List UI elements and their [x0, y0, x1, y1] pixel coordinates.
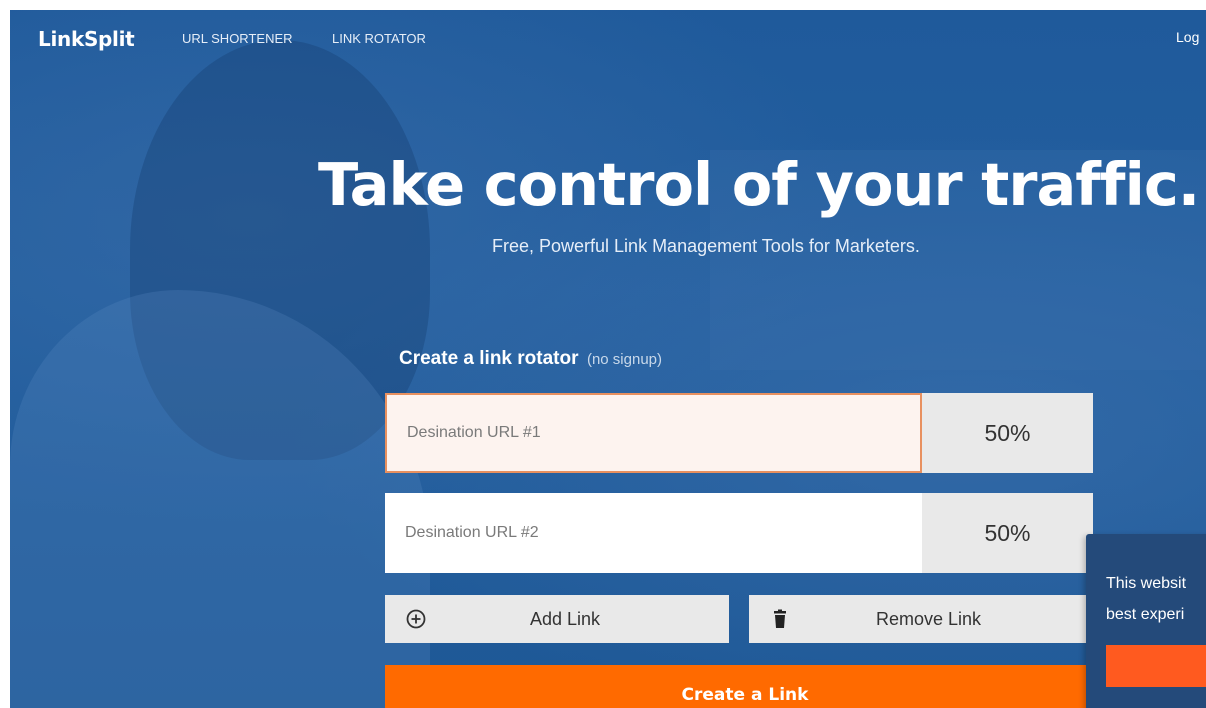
hero-subheadline: Free, Powerful Link Management Tools for…	[492, 236, 920, 256]
trash-icon	[774, 609, 786, 628]
top-nav: LinkSplit URL SHORTENER LINK ROTATOR Log	[10, 10, 1206, 66]
cookie-message-line-2: best experi	[1106, 606, 1185, 623]
add-link-label: Add Link	[530, 609, 601, 629]
cookie-accept-button[interactable]	[1106, 645, 1206, 687]
login-link[interactable]: Log	[1176, 29, 1199, 45]
destination-url-1-input[interactable]	[385, 393, 922, 473]
form-title-note: (no signup)	[586, 351, 662, 368]
hero-headline: Take control of your traffic.	[318, 150, 1200, 219]
weight-2-percent[interactable]: 50%	[922, 493, 1093, 573]
cookie-message: This websit best experi	[1106, 568, 1206, 630]
remove-link-button[interactable]: Remove Link	[749, 595, 1093, 643]
create-link-button[interactable]: Create a Link	[385, 665, 1105, 708]
url-row-2: 50%	[385, 493, 1093, 573]
plus-circle-icon	[406, 609, 426, 629]
form-title-main: Create a link rotator	[399, 348, 579, 369]
site-logo[interactable]: LinkSplit	[38, 27, 135, 51]
remove-link-label: Remove Link	[876, 609, 982, 629]
cookie-banner: This websit best experi	[1086, 534, 1206, 708]
nav-link-link-rotator[interactable]: LINK ROTATOR	[332, 31, 426, 46]
page: LinkSplit URL SHORTENER LINK ROTATOR Log…	[10, 10, 1206, 708]
destination-url-2-input[interactable]	[385, 493, 922, 573]
nav-link-url-shortener[interactable]: URL SHORTENER	[182, 31, 293, 46]
add-link-button[interactable]: Add Link	[385, 595, 729, 643]
url-row-1: 50%	[385, 393, 1093, 473]
cookie-message-line-1: This websit	[1106, 575, 1187, 592]
weight-1-percent[interactable]: 50%	[922, 393, 1093, 473]
form-title: Create a link rotator (no signup)	[399, 348, 662, 370]
